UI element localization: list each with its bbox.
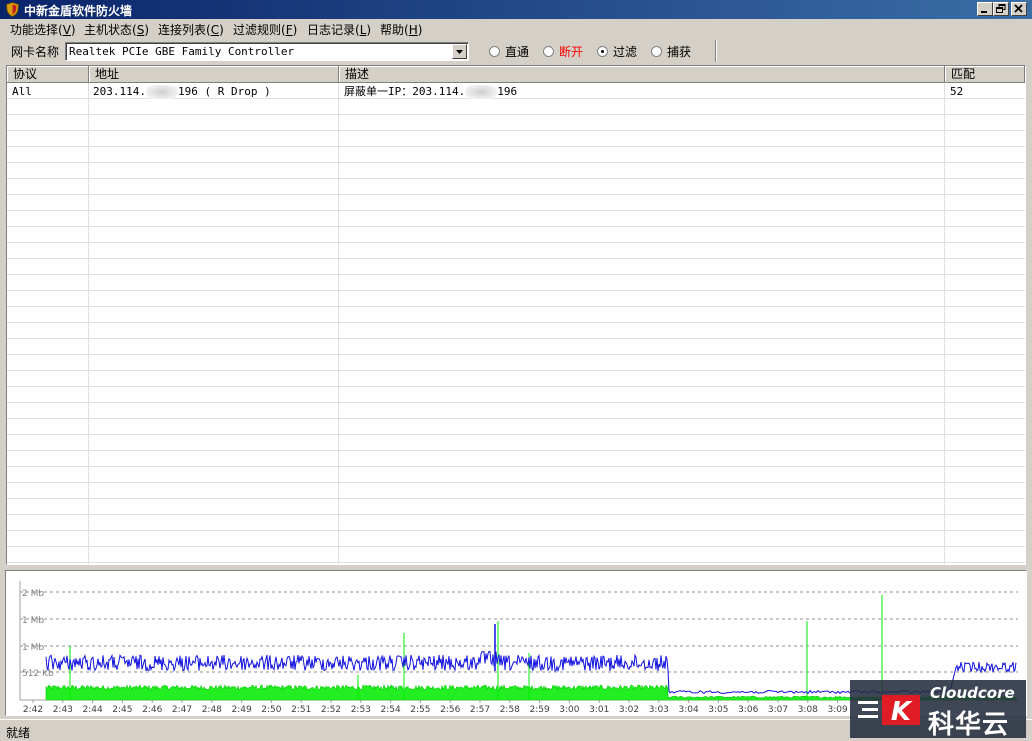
x-tick-label: 3:03 bbox=[649, 705, 669, 715]
cloudcore-logo-icon: K bbox=[858, 695, 920, 725]
x-tick-label: 2:56 bbox=[440, 705, 460, 715]
x-tick-label: 2:45 bbox=[112, 705, 132, 715]
shield-icon bbox=[6, 2, 19, 17]
radio-button-icon bbox=[489, 46, 500, 57]
radio-capture[interactable]: 捕获 bbox=[651, 43, 691, 60]
cell-description: 屏蔽单一IP：203.114. 196 bbox=[344, 85, 518, 99]
dropdown-button[interactable] bbox=[452, 44, 467, 59]
restore-button[interactable] bbox=[993, 2, 1009, 16]
x-tick-label: 2:47 bbox=[172, 705, 192, 715]
toolbar-separator bbox=[715, 40, 717, 62]
x-tick-label: 2:43 bbox=[53, 705, 73, 715]
y-tick-label: 512 Kb bbox=[22, 669, 54, 679]
cell-match: 52 bbox=[950, 85, 964, 98]
chevron-down-icon bbox=[456, 50, 463, 54]
x-tick-label: 3:09 bbox=[827, 705, 847, 715]
column-header-match[interactable]: 匹配 bbox=[945, 66, 1025, 83]
cell-protocol: All bbox=[12, 85, 32, 98]
x-tick-label: 2:48 bbox=[202, 705, 222, 715]
y-tick-label: 1 Mb bbox=[22, 616, 44, 626]
x-tick-label: 2:42 bbox=[23, 705, 43, 715]
redaction-blur bbox=[145, 85, 178, 99]
radio-passthrough[interactable]: 直通 bbox=[489, 43, 529, 60]
column-divider bbox=[944, 83, 945, 564]
watermark-logo: K Cloudcore 科华云 bbox=[850, 680, 1026, 740]
x-tick-label: 3:04 bbox=[678, 705, 698, 715]
radio-disconnect[interactable]: 断开 bbox=[543, 43, 583, 60]
x-tick-label: 3:02 bbox=[619, 705, 639, 715]
minimize-icon bbox=[981, 11, 987, 13]
menu-bar: 功能选择(V) 主机状态(S) 连接列表(C) 过滤规则(F) 日志记录(L) … bbox=[0, 19, 1032, 39]
svg-text:K: K bbox=[891, 697, 913, 725]
title-bar: 中新金盾软件防火墙 bbox=[0, 0, 1032, 19]
menu-log[interactable]: 日志记录(L) bbox=[307, 21, 371, 38]
x-tick-label: 2:46 bbox=[142, 705, 162, 715]
minimize-button[interactable] bbox=[977, 2, 993, 16]
toolbar: 网卡名称 Realtek PCIe GBE Family Controller … bbox=[0, 39, 1032, 63]
menu-help[interactable]: 帮助(H) bbox=[380, 21, 422, 38]
column-divider bbox=[338, 83, 339, 564]
y-tick-label: 2 Mb bbox=[22, 589, 44, 599]
radio-button-checked-icon bbox=[597, 46, 608, 57]
close-button[interactable] bbox=[1011, 2, 1027, 16]
x-tick-label: 3:01 bbox=[589, 705, 609, 715]
x-tick-label: 2:54 bbox=[380, 705, 400, 715]
x-tick-label: 2:59 bbox=[529, 705, 549, 715]
nic-select[interactable]: Realtek PCIe GBE Family Controller bbox=[65, 42, 469, 61]
nic-select-value: Realtek PCIe GBE Family Controller bbox=[69, 45, 295, 58]
x-tick-label: 3:00 bbox=[559, 705, 579, 715]
nic-label: 网卡名称 bbox=[11, 45, 60, 59]
y-tick-label: 1 Mb bbox=[22, 643, 44, 653]
status-text: 就绪 bbox=[6, 726, 31, 740]
x-tick-label: 3:06 bbox=[738, 705, 758, 715]
x-tick-label: 3:05 bbox=[708, 705, 728, 715]
x-tick-label: 2:51 bbox=[291, 705, 311, 715]
column-header-description[interactable]: 描述 bbox=[339, 66, 945, 83]
table-body bbox=[7, 83, 1025, 564]
restore-icon bbox=[996, 4, 1006, 13]
x-tick-label: 2:55 bbox=[410, 705, 430, 715]
x-tick-label: 2:57 bbox=[470, 705, 490, 715]
x-tick-label: 3:08 bbox=[798, 705, 818, 715]
redaction-blur bbox=[465, 85, 498, 99]
x-tick-label: 2:58 bbox=[500, 705, 520, 715]
column-header-protocol[interactable]: 协议 bbox=[7, 66, 89, 83]
radio-button-icon bbox=[651, 46, 662, 57]
menu-function-select[interactable]: 功能选择(V) bbox=[10, 21, 76, 38]
x-tick-label: 2:49 bbox=[231, 705, 251, 715]
radio-filter[interactable]: 过滤 bbox=[597, 43, 637, 60]
table-header: 协议 地址 描述 匹配 bbox=[7, 66, 1025, 83]
x-tick-label: 2:53 bbox=[351, 705, 371, 715]
close-icon bbox=[1014, 4, 1023, 13]
x-tick-label: 3:07 bbox=[768, 705, 788, 715]
window-title: 中新金盾软件防火墙 bbox=[24, 4, 133, 18]
column-divider bbox=[88, 83, 89, 564]
x-tick-label: 2:52 bbox=[321, 705, 341, 715]
column-header-address[interactable]: 地址 bbox=[89, 66, 339, 83]
x-tick-label: 2:44 bbox=[82, 705, 102, 715]
x-tick-label: 2:50 bbox=[261, 705, 281, 715]
menu-filter-rules[interactable]: 过滤规则(F) bbox=[233, 21, 297, 38]
cell-address: 203.114. 196 ( R Drop ) bbox=[93, 85, 271, 99]
rules-table: 协议 地址 描述 匹配 All 203.114. 196 ( R Drop ) 屏… bbox=[6, 65, 1026, 565]
menu-connection-list[interactable]: 连接列表(C) bbox=[158, 21, 224, 38]
menu-host-status[interactable]: 主机状态(S) bbox=[84, 21, 149, 38]
radio-button-icon bbox=[543, 46, 554, 57]
